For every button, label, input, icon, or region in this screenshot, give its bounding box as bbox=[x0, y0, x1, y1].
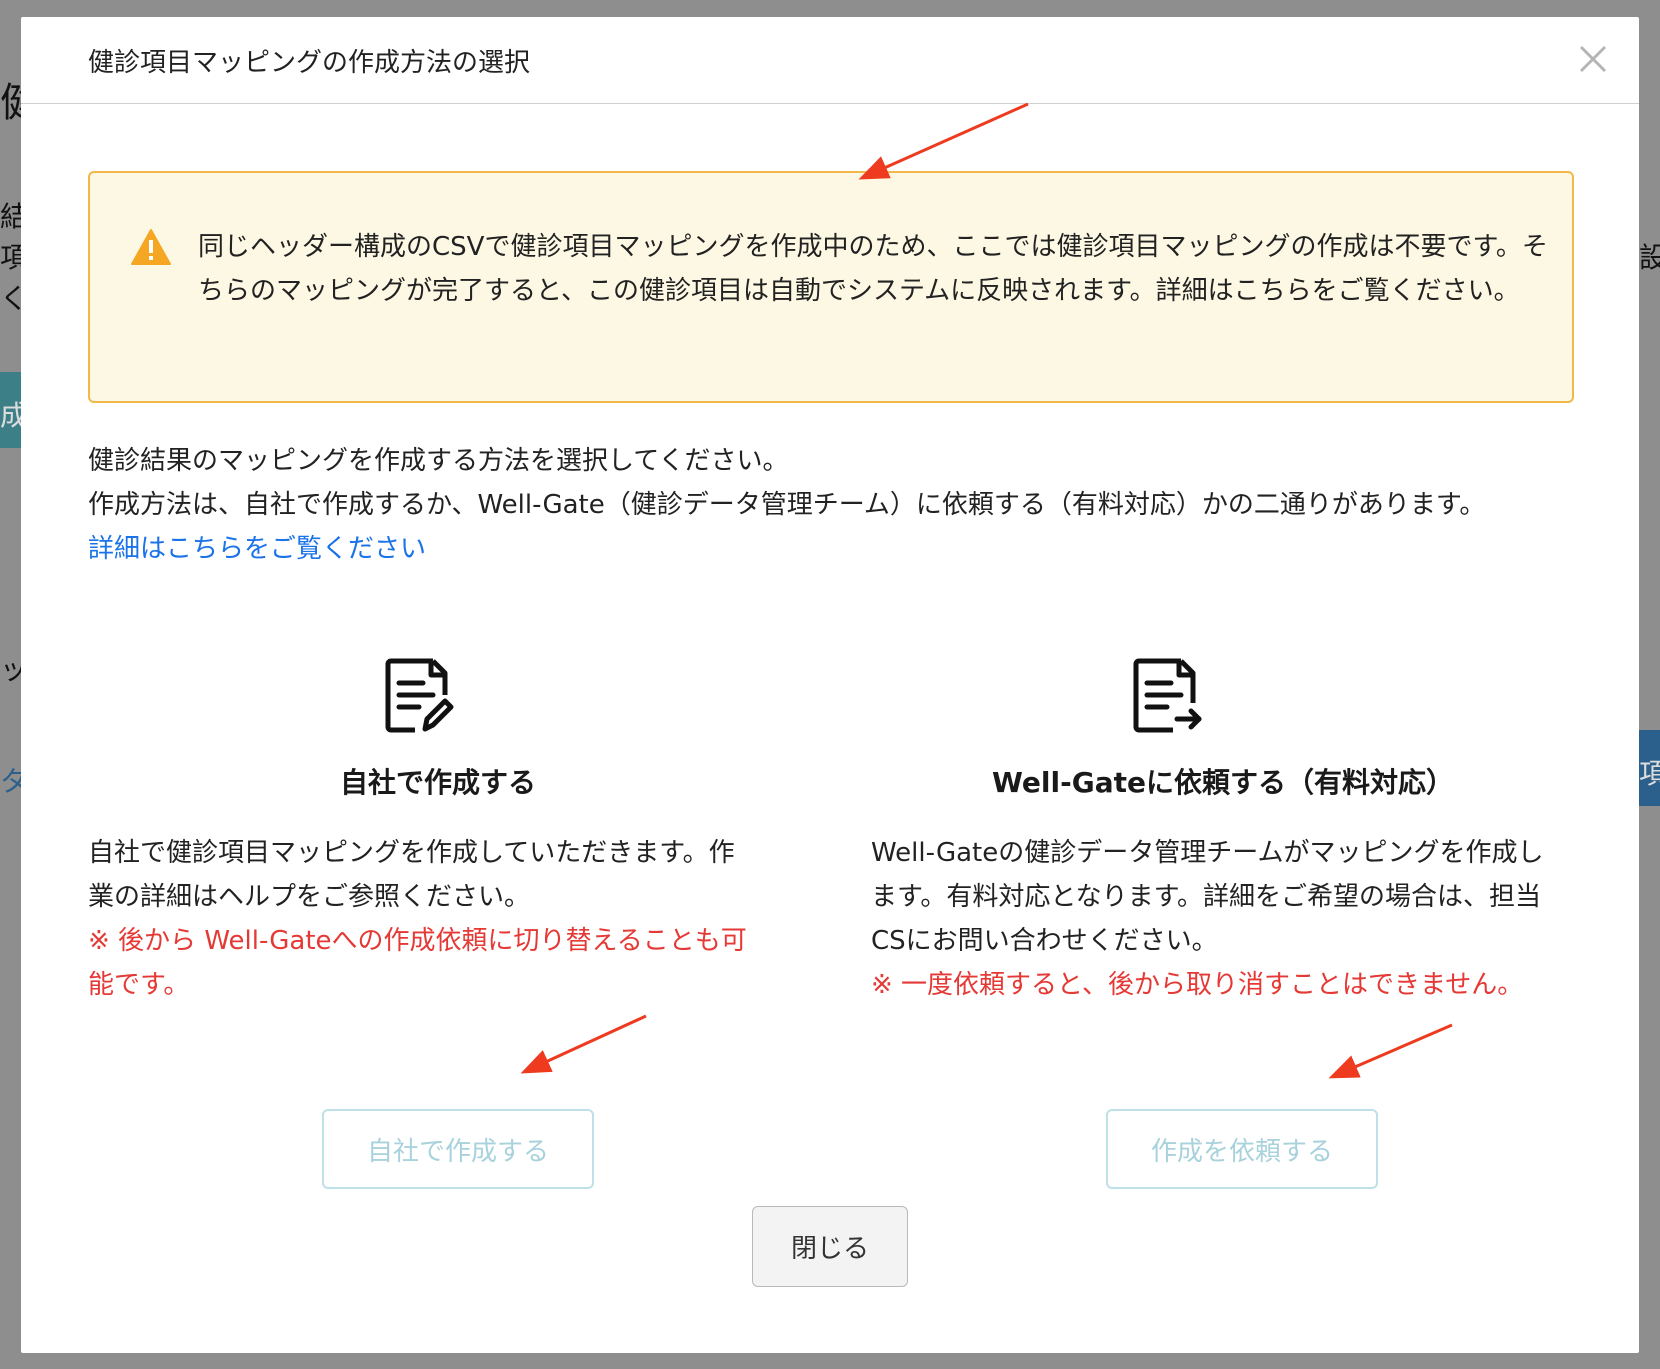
option-self-body: 自社で健診項目マッピングを作成していただきます。作業の詳細はヘルプをご参照くださ… bbox=[88, 831, 748, 1007]
document-export-icon bbox=[1133, 658, 1202, 733]
modal-header: 健診項目マッピングの作成方法の選択 bbox=[21, 17, 1639, 104]
annotation-arrow bbox=[858, 102, 1029, 180]
option-request: Well-Gateに依頼する（有料対応） Well-Gateの健診データ管理チー… bbox=[871, 657, 1591, 1007]
modal-title: 健診項目マッピングの作成方法の選択 bbox=[88, 48, 531, 78]
bg-text-fragment: 項 bbox=[1639, 757, 1660, 790]
option-request-body: Well-Gateの健診データ管理チームがマッピングを作成します。有料対応となり… bbox=[871, 831, 1551, 1007]
bg-text-fragment: 設 bbox=[1639, 241, 1660, 274]
details-link[interactable]: 詳細はこちらをご覧ください bbox=[88, 534, 426, 564]
warning-alert: 同じヘッダー構成のCSVで健診項目マッピングを作成中のため、ここでは健診項目マッ… bbox=[88, 171, 1574, 403]
request-creation-button[interactable]: 作成を依頼する bbox=[1106, 1109, 1378, 1189]
close-button[interactable]: 閉じる bbox=[752, 1206, 908, 1287]
option-self-title: 自社で作成する bbox=[339, 766, 536, 799]
option-self-description: 自社で健診項目マッピングを作成していただきます。作業の詳細はヘルプをご参照くださ… bbox=[88, 838, 735, 912]
close-icon[interactable] bbox=[1573, 39, 1613, 79]
option-request-description: Well-Gateの健診データ管理チームがマッピングを作成します。有料対応となり… bbox=[871, 838, 1544, 956]
description-line: 作成方法は、自社で作成するか、Well-Gate（健診データ管理チーム）に依頼す… bbox=[88, 490, 1486, 520]
annotation-arrow bbox=[1328, 1023, 1453, 1079]
description-line: 健診結果のマッピングを作成する方法を選択してください。 bbox=[88, 446, 789, 476]
create-self-button[interactable]: 自社で作成する bbox=[322, 1109, 594, 1189]
annotation-arrow bbox=[520, 1014, 647, 1074]
method-description: 健診結果のマッピングを作成する方法を選択してください。 作成方法は、自社で作成す… bbox=[88, 439, 1588, 571]
option-self: 自社で作成する 自社で健診項目マッピングを作成していただきます。作業の詳細はヘル… bbox=[88, 657, 788, 1007]
option-request-title: Well-Gateに依頼する（有料対応） bbox=[992, 766, 1454, 799]
document-edit-icon bbox=[385, 658, 454, 733]
option-self-note: ※ 後から Well-Gateへの作成依頼に切り替えることも可能です。 bbox=[88, 926, 747, 1000]
alert-message: 同じヘッダー構成のCSVで健診項目マッピングを作成中のため、ここでは健診項目マッ… bbox=[198, 232, 1548, 306]
option-request-note: ※ 一度依頼すると、後から取り消すことはできません。 bbox=[871, 970, 1524, 1000]
mapping-method-modal: 健診項目マッピングの作成方法の選択 同じヘッダー構成のCSVで健診項目マッピング… bbox=[21, 17, 1639, 1353]
warning-icon bbox=[131, 229, 171, 265]
